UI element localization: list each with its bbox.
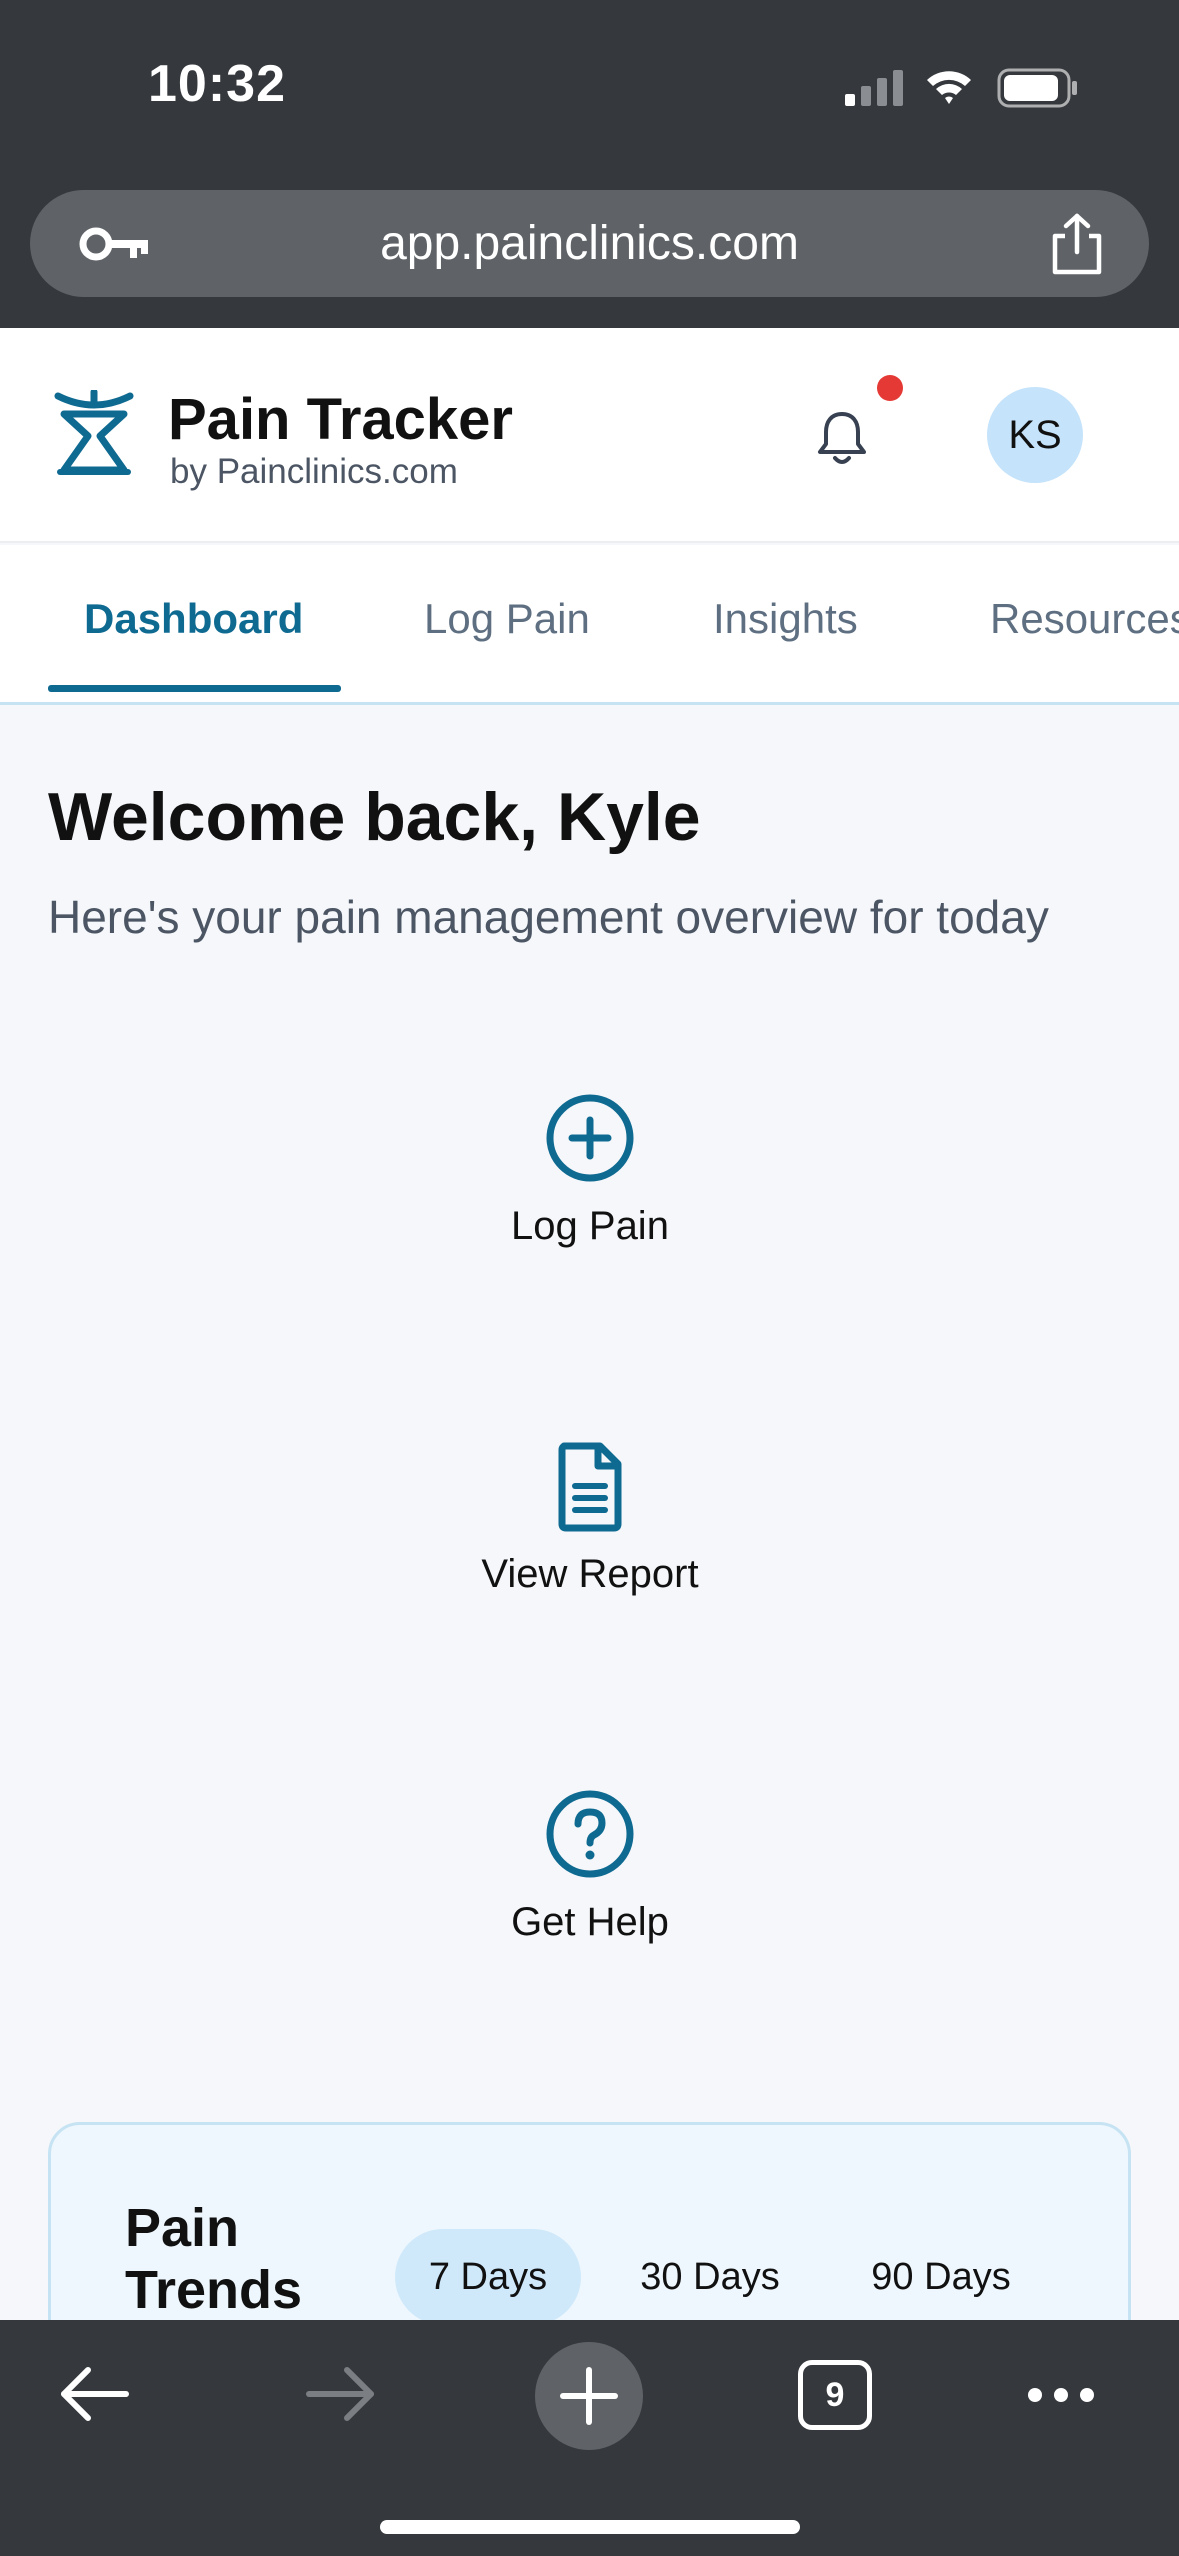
notification-bell-icon[interactable]	[815, 408, 869, 468]
welcome-heading: Welcome back, Kyle	[48, 779, 701, 855]
tab-switcher-button[interactable]: 9	[798, 2360, 872, 2430]
range-7-days[interactable]: 7 Days	[395, 2229, 581, 2325]
tab-insights[interactable]: Insights	[713, 595, 858, 643]
forward-arrow-icon[interactable]	[303, 2362, 379, 2426]
get-help-label: Get Help	[511, 1900, 669, 1944]
battery-icon	[997, 68, 1077, 108]
back-arrow-icon[interactable]	[56, 2362, 132, 2426]
pain-tracker-logo-icon[interactable]	[54, 390, 134, 476]
app-subtitle: by Painclinics.com	[170, 452, 458, 491]
tab-dashboard[interactable]: Dashboard	[84, 595, 303, 643]
wifi-icon	[927, 71, 971, 104]
tab-resources[interactable]: Resources	[990, 595, 1179, 643]
view-report-button[interactable]: View Report	[390, 1438, 790, 1648]
url-text[interactable]: app.painclinics.com	[30, 216, 1149, 271]
log-pain-label: Log Pain	[511, 1204, 669, 1248]
status-time: 10:32	[148, 55, 286, 113]
tab-bar: Dashboard Log Pain Insights Resources	[0, 545, 1179, 705]
question-circle-icon	[546, 1790, 634, 1878]
notification-badge	[877, 375, 903, 401]
app-title: Pain Tracker	[168, 387, 513, 452]
overview-subtitle: Here's your pain management overview for…	[48, 891, 1049, 943]
cellular-signal-icon	[845, 70, 903, 106]
active-tab-indicator	[48, 685, 341, 692]
address-bar[interactable]: app.painclinics.com	[30, 190, 1149, 297]
view-report-label: View Report	[481, 1552, 699, 1596]
plus-circle-icon	[546, 1094, 634, 1182]
range-30-days[interactable]: 30 Days	[617, 2229, 803, 2325]
browser-top-bar: 10:32 app.painclinics.com	[0, 0, 1179, 328]
pain-trends-title: Pain Trends	[125, 2198, 303, 2320]
plus-icon	[560, 2367, 618, 2425]
home-indicator	[380, 2520, 800, 2534]
log-pain-button[interactable]: Log Pain	[390, 1090, 790, 1300]
range-90-days[interactable]: 90 Days	[841, 2229, 1041, 2325]
document-icon	[558, 1442, 622, 1532]
tab-log-pain[interactable]: Log Pain	[424, 595, 590, 643]
app-header: Pain Tracker by Painclinics.com KS	[0, 328, 1179, 543]
get-help-button[interactable]: Get Help	[390, 1786, 790, 1996]
user-avatar[interactable]: KS	[987, 387, 1083, 483]
browser-bottom-bar: 9	[0, 2320, 1179, 2556]
more-options-icon[interactable]	[1025, 2384, 1097, 2406]
share-icon[interactable]	[1047, 212, 1107, 276]
new-tab-button[interactable]	[535, 2342, 643, 2450]
